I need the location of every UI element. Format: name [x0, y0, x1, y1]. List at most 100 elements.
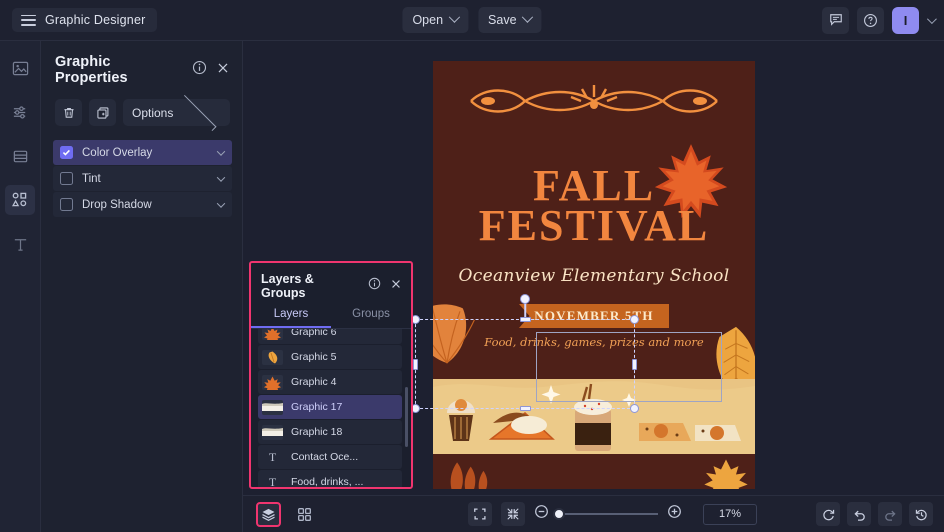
top-bar: Graphic Designer Open Save — [0, 0, 944, 41]
chevron-down-icon[interactable] — [217, 199, 225, 207]
duplicate-icon — [96, 106, 110, 120]
layer-thumbnail-band — [262, 425, 283, 440]
help-button[interactable] — [857, 7, 884, 34]
effect-row-color-overlay[interactable]: Color Overlay — [53, 140, 232, 165]
chevron-right-icon — [180, 94, 216, 130]
maple-leaf-graphic — [701, 456, 751, 489]
chevron-down-icon[interactable] — [217, 173, 225, 181]
info-icon[interactable] — [192, 60, 207, 80]
grid-icon — [297, 507, 312, 522]
checkbox-checked-icon[interactable] — [60, 146, 73, 159]
redo-button[interactable] — [878, 502, 902, 526]
effect-label: Drop Shadow — [82, 199, 218, 211]
redo-icon — [883, 507, 898, 522]
image-icon — [12, 60, 29, 77]
close-icon[interactable] — [216, 61, 230, 80]
comment-button[interactable] — [822, 7, 849, 34]
list-item[interactable]: T Contact Oce... — [258, 445, 402, 469]
properties-toolbar: Options — [41, 86, 242, 126]
zoom-in-button[interactable] — [667, 504, 682, 524]
resize-handle-ne[interactable] — [630, 315, 639, 324]
list-item[interactable]: Graphic 5 — [258, 345, 402, 369]
list-item[interactable]: Graphic 6 — [258, 329, 402, 344]
account-chevron-down-icon[interactable] — [927, 14, 937, 24]
layer-name: Food, drinks, ... — [291, 476, 363, 488]
graphic-properties-panel: Graphic Properties — [41, 41, 243, 532]
layer-name: Graphic 18 — [291, 426, 342, 438]
save-button[interactable]: Save — [478, 7, 542, 33]
poster-title-line2: FESTIVAL — [433, 204, 755, 248]
reset-button[interactable] — [816, 502, 840, 526]
duplicate-button[interactable] — [89, 99, 116, 126]
comment-icon — [829, 13, 843, 27]
rail-item-layout[interactable] — [5, 141, 35, 171]
options-button[interactable]: Options — [123, 99, 230, 126]
layers-scrollbar[interactable] — [405, 387, 408, 447]
checkbox-unchecked-icon[interactable] — [60, 172, 73, 185]
effect-label: Tint — [82, 173, 218, 185]
open-button[interactable]: Open — [402, 7, 468, 33]
reset-icon — [821, 507, 836, 522]
resize-handle-e[interactable] — [632, 359, 637, 370]
text-layer-icon: T — [262, 450, 283, 465]
list-item[interactable]: T Food, drinks, ... — [258, 470, 402, 489]
layer-name: Graphic 5 — [291, 351, 337, 363]
app-menu-button[interactable]: Graphic Designer — [12, 8, 157, 32]
layer-name: Graphic 6 — [291, 329, 337, 338]
resize-handle-w[interactable] — [413, 359, 418, 370]
fit-to-screen-button[interactable] — [468, 502, 492, 526]
effects-list: Color Overlay Tint Drop Shadow — [41, 140, 242, 217]
history-button[interactable] — [909, 502, 933, 526]
zoom-slider-knob[interactable] — [553, 508, 565, 520]
undo-button[interactable] — [847, 502, 871, 526]
layers-and-groups-panel[interactable]: Layers & Groups Layers Groups — [249, 261, 413, 489]
list-item-selected[interactable]: Graphic 17 — [258, 395, 402, 419]
zoom-out-button[interactable] — [534, 504, 549, 524]
user-avatar[interactable]: I — [892, 7, 919, 34]
poster-subtitle: Oceanview Elementary School — [433, 266, 755, 286]
layer-name: Graphic 4 — [291, 376, 337, 388]
page-title: Graphic Properties — [55, 54, 183, 86]
undo-icon — [852, 507, 867, 522]
chevron-down-icon[interactable] — [217, 147, 225, 155]
effect-row-tint[interactable]: Tint — [53, 166, 232, 191]
layers-panel-tabs: Layers Groups — [251, 308, 411, 329]
selection-bounding-box[interactable] — [415, 319, 635, 409]
tab-groups[interactable]: Groups — [331, 308, 411, 328]
grid-view-toggle-button[interactable] — [292, 502, 317, 527]
wheat-leaf-graphic — [443, 459, 495, 489]
collapse-view-button[interactable] — [501, 502, 525, 526]
zoom-level-input[interactable]: 17% — [703, 504, 757, 525]
layers-list[interactable]: Graphic 6 Graphic 5 Graphic 4 — [251, 329, 411, 489]
info-icon[interactable] — [368, 277, 381, 295]
options-button-label: Options — [132, 106, 176, 120]
rail-item-text[interactable] — [5, 229, 35, 259]
save-button-label: Save — [488, 13, 517, 27]
chevron-down-icon — [522, 12, 533, 23]
list-item[interactable]: Graphic 4 — [258, 370, 402, 394]
effect-row-drop-shadow[interactable]: Drop Shadow — [53, 192, 232, 217]
rail-item-shapes[interactable] — [5, 185, 35, 215]
zoom-slider[interactable] — [558, 513, 658, 515]
rail-item-adjustments[interactable] — [5, 97, 35, 127]
close-icon[interactable] — [390, 277, 402, 295]
rail-item-image[interactable] — [5, 53, 35, 83]
rotate-handle[interactable] — [520, 294, 530, 304]
resize-handle-s[interactable] — [520, 406, 531, 411]
layer-thumbnail-maple-leaf — [262, 329, 283, 340]
poster-artboard[interactable]: FALL FESTIVAL Oceanview Elementary Schoo… — [433, 61, 755, 489]
shapes-icon — [11, 191, 29, 209]
layer-thumbnail-maple-leaf — [262, 375, 283, 390]
adjustments-icon — [12, 104, 29, 121]
resize-handle-n[interactable] — [520, 317, 531, 322]
delete-button[interactable] — [55, 99, 82, 126]
list-item[interactable]: Graphic 18 — [258, 420, 402, 444]
document-title: Graphic Designer — [45, 13, 145, 27]
layers-panel-toggle-button[interactable] — [256, 502, 281, 527]
hamburger-icon — [21, 15, 36, 26]
collapse-icon — [506, 507, 520, 521]
checkbox-unchecked-icon[interactable] — [60, 198, 73, 211]
tab-layers[interactable]: Layers — [251, 308, 331, 328]
resize-handle-se[interactable] — [630, 404, 639, 413]
tool-rail — [0, 41, 41, 532]
